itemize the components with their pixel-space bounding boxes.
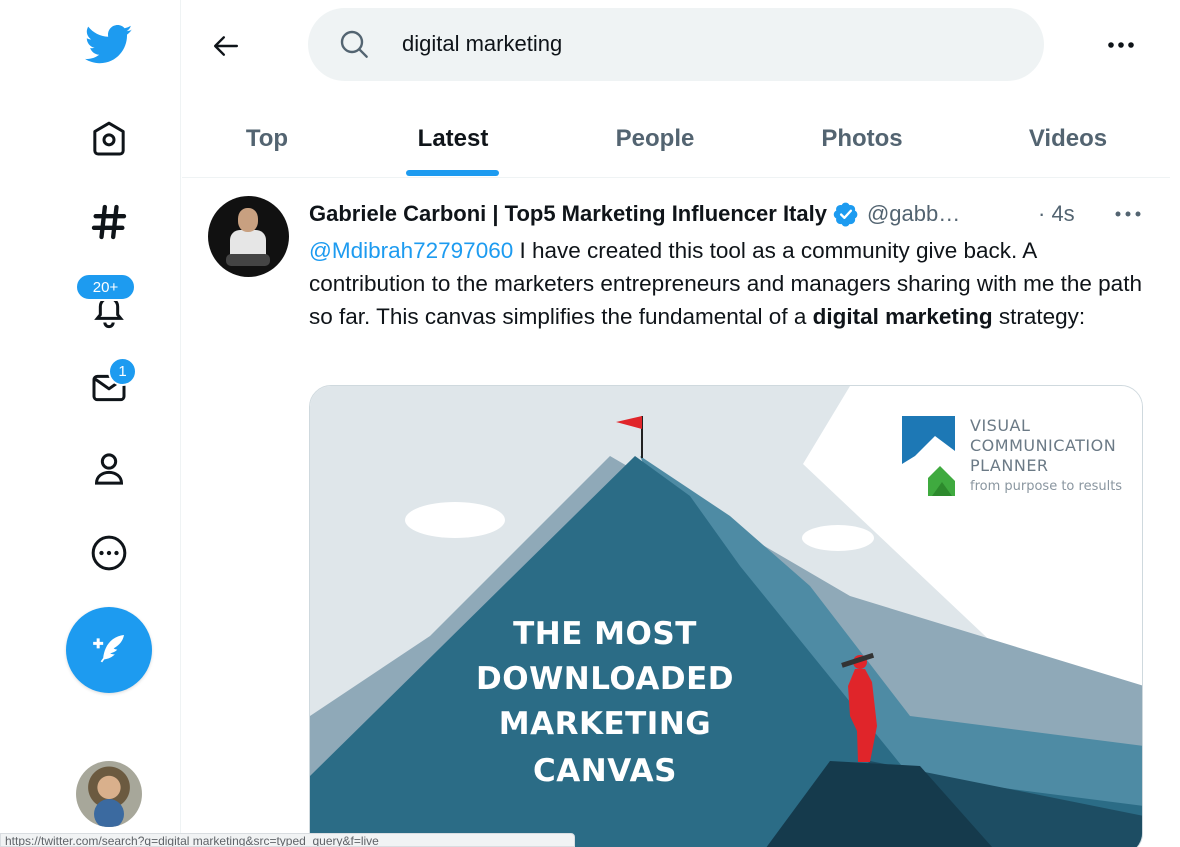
account-avatar[interactable]	[76, 761, 142, 827]
tab-photos[interactable]: Photos	[802, 100, 922, 178]
back-arrow-icon	[213, 36, 239, 56]
more-options-circle-icon[interactable]	[85, 529, 133, 577]
back-button[interactable]	[205, 25, 247, 67]
active-tab-indicator	[406, 170, 499, 176]
tweet-author-name[interactable]: Gabriele Carboni | Top5 Marketing Influe…	[309, 201, 827, 227]
status-bar-url: https://twitter.com/search?q=digital mar…	[0, 833, 575, 847]
home-icon[interactable]	[85, 115, 133, 163]
search-icon	[340, 30, 368, 58]
tweet-author-handle[interactable]: @gabb…	[867, 201, 960, 227]
tab-top[interactable]: Top	[217, 100, 317, 178]
media-logo-line-1: VISUAL	[970, 416, 1031, 435]
tweet-body-2: strategy:	[992, 304, 1086, 329]
media-headline-line-4: CANVAS	[533, 753, 677, 789]
explore-hashtag-icon[interactable]	[85, 198, 133, 246]
tab-videos[interactable]: Videos	[1008, 100, 1128, 178]
media-headline-line-2: DOWNLOADED	[475, 661, 735, 697]
compose-tweet-button[interactable]	[66, 607, 152, 693]
tweet-more-button[interactable]	[1108, 204, 1148, 224]
tweet-mention-link[interactable]: @Mdibrah72797060	[309, 238, 513, 263]
tweet-text: @Mdibrah72797060 I have created this too…	[309, 234, 1149, 333]
media-logo-line-2: COMMUNICATION	[970, 436, 1117, 455]
media-headline-line-3: MARKETING	[498, 706, 712, 742]
media-headline-line-1: THE MOST	[513, 616, 697, 652]
twitter-logo-icon[interactable]	[85, 21, 133, 69]
tweet-header: Gabriele Carboni | Top5 Marketing Influe…	[309, 199, 960, 229]
tweet-media-image[interactable]: THE MOST DOWNLOADED MARKETING CANVAS VIS…	[309, 385, 1143, 847]
feather-plus-icon	[93, 635, 124, 663]
sidebar: 20+ 1	[0, 0, 181, 847]
search-settings-more-button[interactable]	[1100, 28, 1142, 62]
tab-people[interactable]: People	[595, 100, 715, 178]
media-logo-tagline: from purpose to results	[970, 479, 1123, 494]
tweet-timestamp[interactable]: · 4s	[1038, 199, 1075, 229]
verified-badge-icon	[833, 201, 859, 227]
notifications-badge: 20+	[75, 273, 136, 301]
more-horizontal-icon	[1115, 211, 1141, 217]
media-logo-line-3: PLANNER	[970, 456, 1049, 475]
tweet-author-avatar[interactable]	[208, 196, 289, 277]
search-input[interactable]	[402, 26, 1002, 62]
tab-latest[interactable]: Latest	[403, 100, 503, 178]
tweet-highlight: digital marketing	[812, 304, 993, 329]
search-bar[interactable]	[308, 8, 1044, 81]
more-horizontal-icon	[1108, 42, 1134, 48]
search-tabs: Top Latest People Photos Videos	[182, 100, 1170, 178]
messages-badge: 1	[108, 357, 137, 386]
profile-icon[interactable]	[85, 445, 133, 493]
